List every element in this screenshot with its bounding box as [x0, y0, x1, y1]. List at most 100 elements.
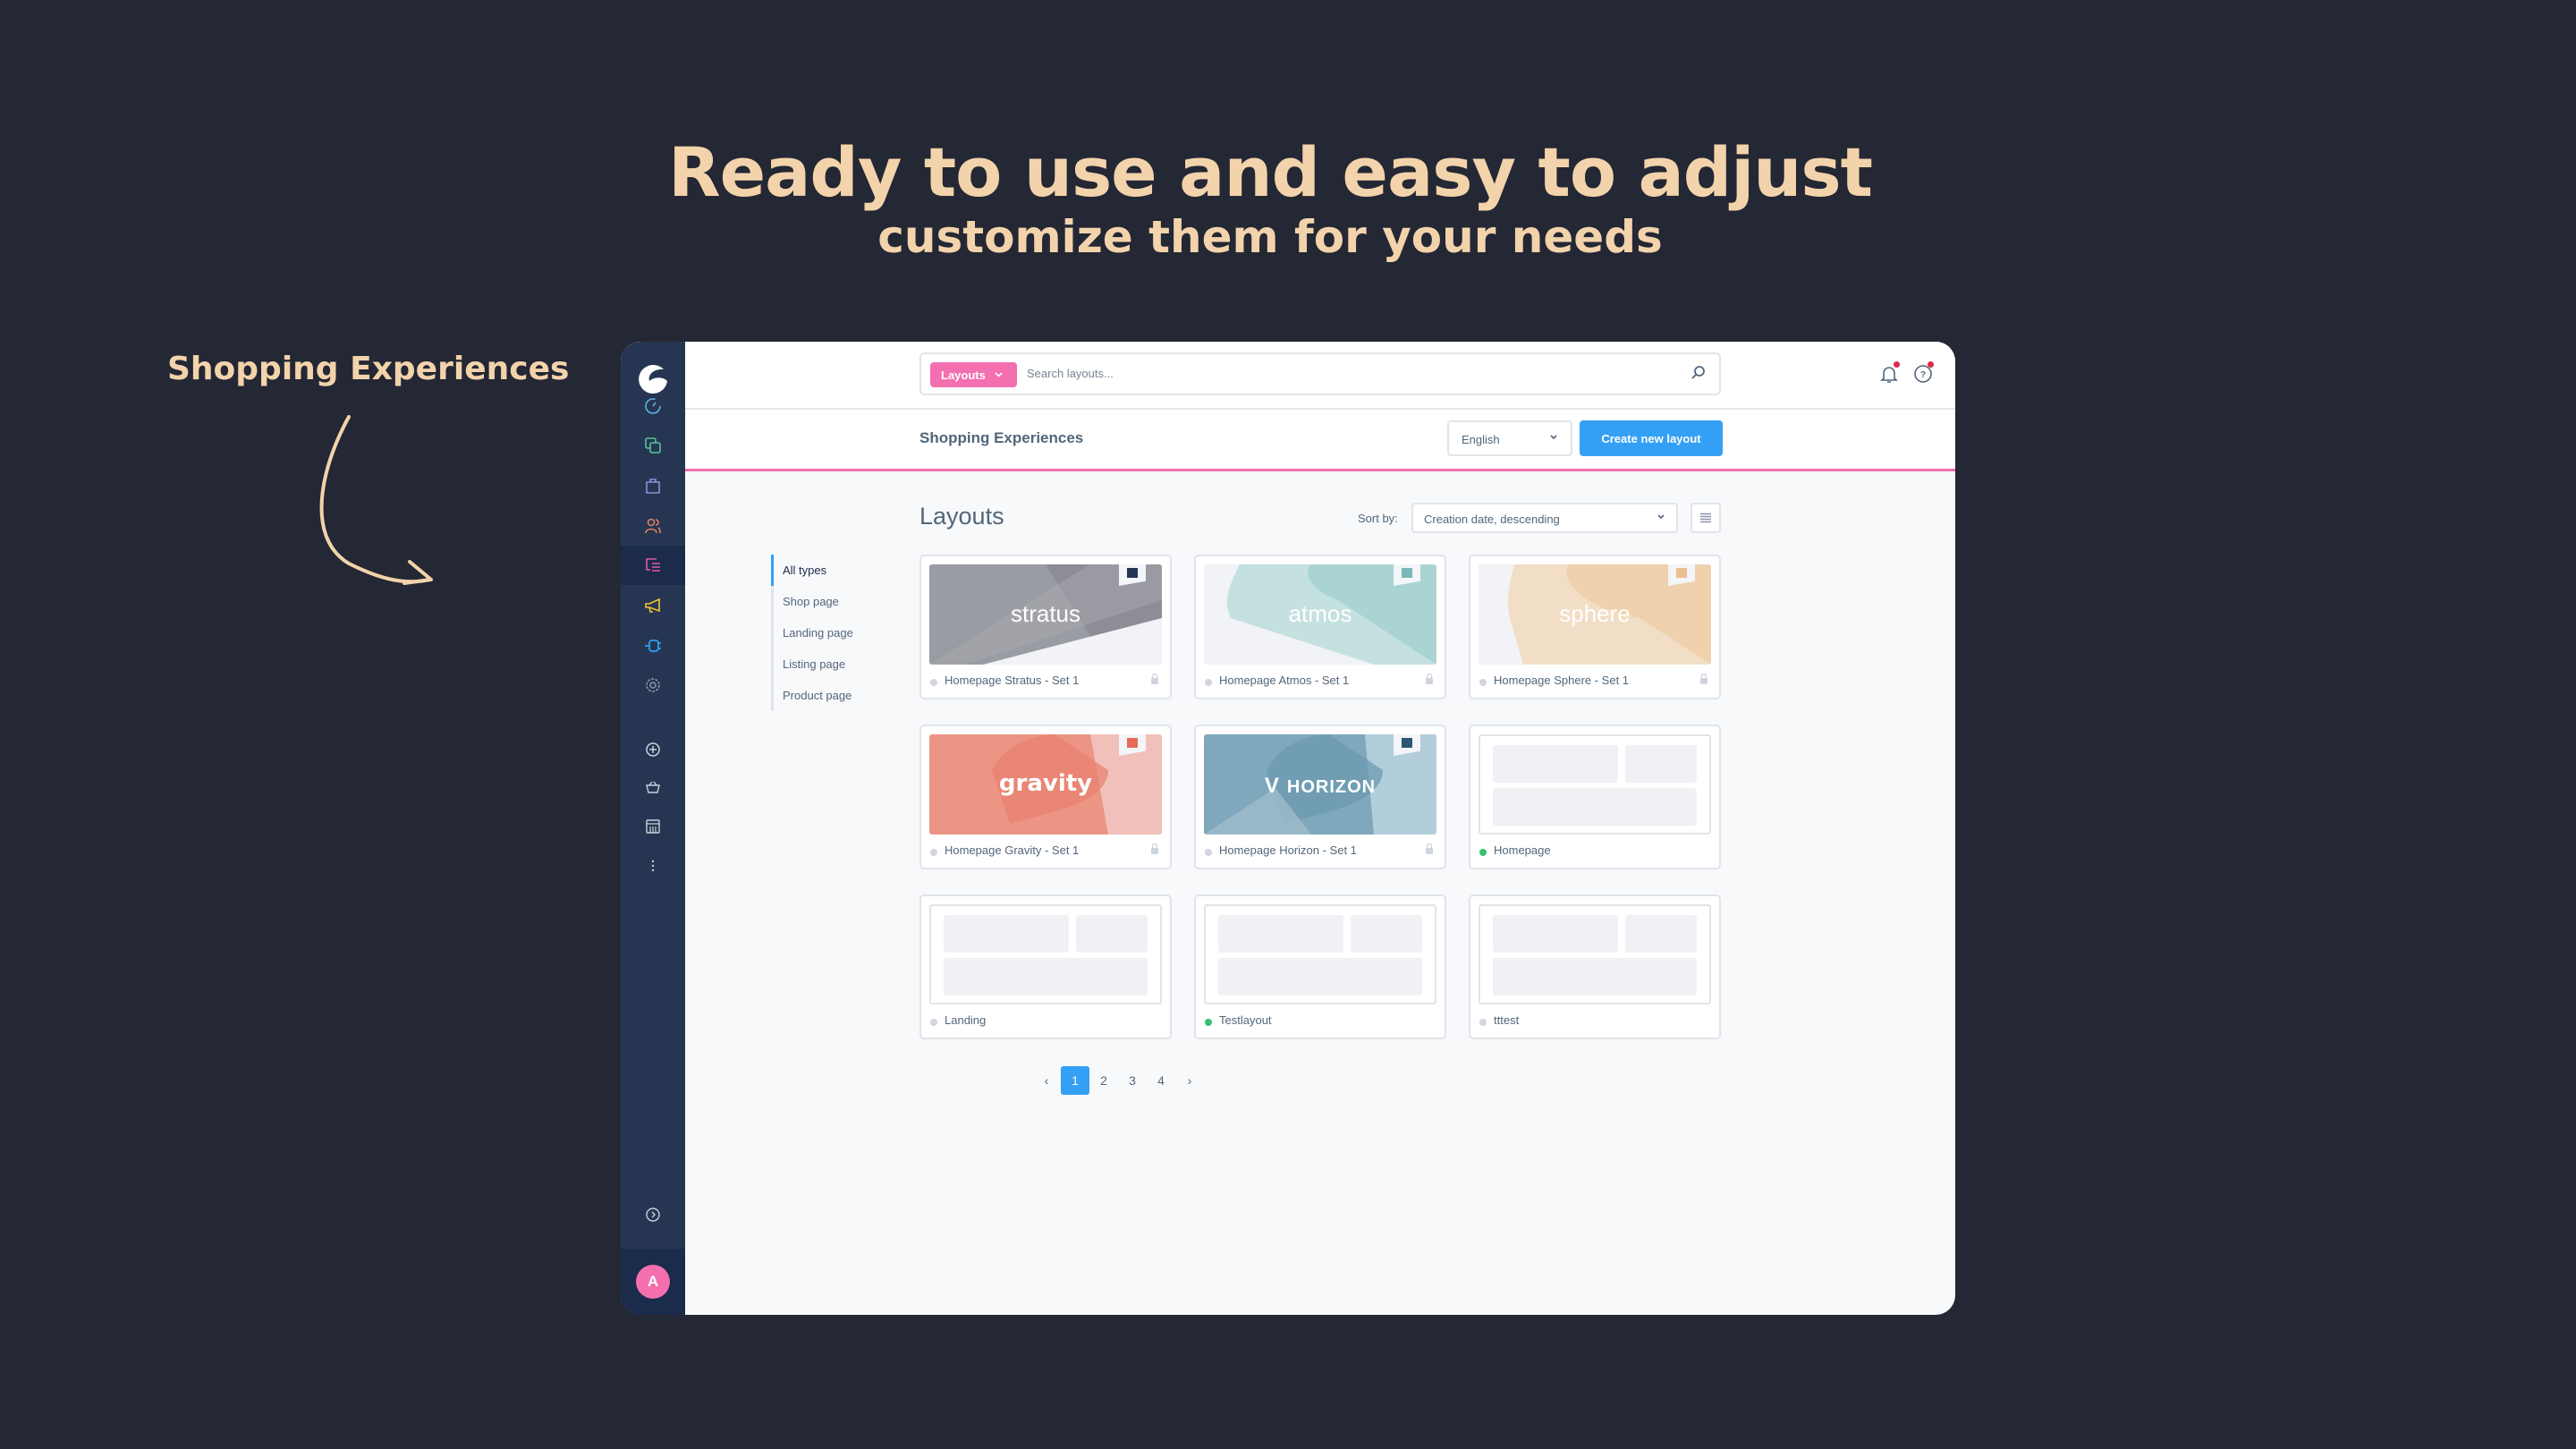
template-brand-text: HORIZON	[1286, 777, 1377, 797]
type-filter-all[interactable]: All types	[771, 555, 853, 586]
headless-store-icon	[646, 819, 660, 834]
type-filter-shop-page[interactable]: Shop page	[774, 586, 853, 617]
layout-name: Homepage Horizon - Set 1	[1219, 843, 1357, 857]
callout-label: Shopping Experiences	[167, 351, 570, 387]
pagination-page-1[interactable]: 1	[1061, 1066, 1089, 1095]
type-filter-product-page[interactable]: Product page	[774, 680, 853, 711]
chevron-down-icon	[1657, 514, 1665, 520]
lock-icon	[1426, 843, 1433, 854]
pagination-page-2[interactable]: 2	[1089, 1066, 1118, 1095]
status-indicator	[1205, 679, 1212, 686]
layouts-heading: Layouts	[919, 503, 1004, 530]
type-filter-landing-page[interactable]: Landing page	[774, 617, 853, 648]
language-select[interactable]: English	[1447, 420, 1572, 456]
layout-card[interactable]: Homepage	[1469, 724, 1721, 869]
main-area: Layouts Search layouts... ? Shopping Exp…	[685, 342, 1955, 1315]
customers-icon	[645, 518, 661, 534]
marketing-icon	[645, 597, 660, 613]
lock-icon	[1151, 843, 1158, 854]
layout-card[interactable]: Landing	[919, 894, 1172, 1039]
sort-select[interactable]: Creation date, descending	[1411, 503, 1678, 533]
list-view-toggle[interactable]	[1690, 503, 1721, 533]
language-value: English	[1462, 433, 1500, 446]
status-indicator	[930, 849, 937, 856]
layout-type-filter: All types Shop page Landing page Listing…	[771, 555, 853, 711]
sidebar-item-catalogues[interactable]	[621, 426, 685, 465]
sidebar-item-settings[interactable]	[621, 665, 685, 705]
layout-name: Homepage Sphere - Set 1	[1494, 674, 1630, 687]
help-button[interactable]: ?	[1912, 361, 1934, 385]
sidebar-collapse-toggle[interactable]	[621, 1195, 685, 1234]
avatar[interactable]: A	[636, 1265, 670, 1299]
notification-badge	[1894, 361, 1900, 368]
layout-card[interactable]: tttest	[1469, 894, 1721, 1039]
layout-card[interactable]: atmos Homepage Atmos - Set 1	[1194, 555, 1446, 699]
sidebar-shortcut-add-sales-channel[interactable]	[621, 730, 685, 769]
page-title: Shopping Experiences	[919, 429, 1084, 446]
layout-name: Testlayout	[1219, 1013, 1272, 1027]
pagination: ‹ 1 2 3 4 ›	[1032, 1066, 1204, 1095]
layout-name: Homepage	[1494, 843, 1551, 857]
settings-icon	[646, 678, 660, 692]
expand-chevron-icon	[646, 1208, 660, 1222]
sidebar-shortcut-storefront[interactable]	[621, 767, 685, 807]
layout-preview: gravity	[929, 734, 1162, 835]
layout-card[interactable]: Testlayout	[1194, 894, 1446, 1039]
create-layout-button[interactable]: Create new layout	[1580, 420, 1723, 456]
layout-preview-placeholder	[1204, 904, 1436, 1004]
sidebar-item-content[interactable]	[621, 546, 685, 585]
storefront-basket-icon	[646, 781, 660, 793]
extensions-icon	[645, 640, 661, 652]
list-view-icon	[1700, 513, 1711, 523]
type-filter-listing-page[interactable]: Listing page	[774, 648, 853, 680]
lock-icon	[1426, 673, 1433, 684]
layout-preview: stratus	[929, 564, 1162, 665]
sidebar-item-marketing[interactable]	[621, 586, 685, 625]
layout-card[interactable]: sphere Homepage Sphere - Set 1	[1469, 555, 1721, 699]
pagination-page-4[interactable]: 4	[1147, 1066, 1175, 1095]
sidebar-item-extensions[interactable]	[621, 626, 685, 665]
layout-card[interactable]: stratus Homepage Stratus - Set 1	[919, 555, 1172, 699]
orders-icon	[646, 479, 660, 494]
sidebar-item-orders[interactable]	[621, 466, 685, 505]
pagination-page-3[interactable]: 3	[1118, 1066, 1147, 1095]
content-icon	[646, 558, 660, 572]
sidebar-item-dashboard[interactable]	[621, 386, 685, 426]
search-type-label: Layouts	[941, 368, 986, 382]
search-type-dropdown[interactable]: Layouts	[930, 362, 1017, 387]
status-indicator	[1479, 679, 1487, 686]
template-brand: gravity	[998, 770, 1093, 797]
template-brand: atmos	[1288, 600, 1352, 627]
layout-card[interactable]: gravity Homepage Gravity - Set 1	[919, 724, 1172, 869]
lock-icon	[1151, 673, 1158, 684]
layout-card[interactable]: V HORIZON Homepage Horizon - Set 1	[1194, 724, 1446, 869]
layout-preview-placeholder	[1479, 734, 1711, 835]
catalogue-icon	[645, 437, 661, 453]
sidebar: A	[621, 342, 685, 1315]
sidebar-user-area: A	[621, 1249, 685, 1315]
sidebar-shortcut-headless[interactable]	[621, 807, 685, 846]
help-badge	[1928, 361, 1934, 368]
search-bar[interactable]: Layouts Search layouts...	[919, 352, 1721, 395]
pagination-prev[interactable]: ‹	[1032, 1066, 1061, 1095]
pagination-next[interactable]: ›	[1175, 1066, 1204, 1095]
add-sales-channel-icon	[646, 742, 660, 757]
search-icon[interactable]	[1690, 365, 1707, 381]
sidebar-item-customers[interactable]	[621, 506, 685, 546]
search-input[interactable]: Search layouts...	[1027, 367, 1114, 380]
topbar: Layouts Search layouts... ?	[685, 342, 1955, 410]
status-indicator	[1205, 849, 1212, 856]
sidebar-more[interactable]	[621, 846, 685, 886]
hero-title: Ready to use and easy to adjust	[668, 132, 1873, 212]
sort-label: Sort by:	[1358, 512, 1398, 525]
more-icon	[651, 860, 655, 872]
status-indicator	[1205, 1019, 1212, 1026]
status-indicator	[1479, 849, 1487, 856]
chevron-down-icon	[995, 372, 1003, 377]
lock-icon	[1700, 673, 1707, 684]
page-header: Shopping Experiences English Create new …	[685, 410, 1955, 471]
dashboard-icon	[645, 398, 661, 414]
layout-grid: stratus Homepage Stratus - Set 1 atmos H…	[919, 555, 1721, 1039]
layout-preview: atmos	[1204, 564, 1436, 665]
notifications-button[interactable]	[1878, 361, 1900, 385]
